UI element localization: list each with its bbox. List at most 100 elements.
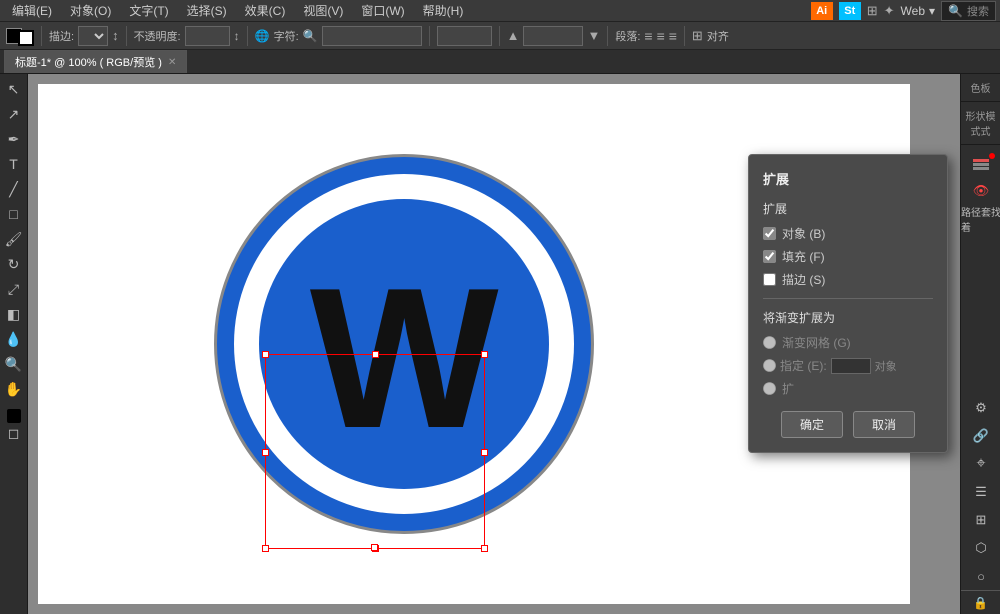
size-down-icon[interactable]: ▼: [587, 28, 600, 43]
main-area: ↖ ↗ ✒ T ╱ □ 🖌 ↻ ⤢ ◧ 💧 🔍 ✋ ◻ W: [0, 74, 1000, 614]
gradient-net-radio[interactable]: [763, 336, 776, 349]
menu-help[interactable]: 帮助(H): [415, 0, 472, 21]
extra-radio-row: 扩: [763, 380, 933, 397]
fill-checkbox[interactable]: [763, 250, 776, 263]
separator7: [684, 26, 685, 46]
hand-tool[interactable]: ✋: [3, 378, 25, 400]
grid2-icon[interactable]: ⊞: [961, 506, 1000, 534]
right-side-panel: 色板 形状模式式 👁 路径套找着 ⚙ 🔗 ⌖ ☰ ⊞ ⬡ ○ 🔒: [960, 74, 1000, 614]
sign-container: W: [214, 154, 594, 534]
anchor-bottom-center: [371, 544, 378, 551]
dialog-title: 扩展: [763, 169, 933, 188]
specify-label[interactable]: 指定 (E):: [780, 357, 827, 374]
separator3: [247, 26, 248, 46]
menu-object[interactable]: 对象(O): [62, 0, 119, 21]
align-center-icon[interactable]: ≡: [657, 28, 665, 44]
dialog-section1-title: 扩展: [763, 200, 933, 217]
expand-dialog: 扩展 扩展 对象 (B) 填充 (F) 描边 (S) 将渐变扩展为 渐变网格 (…: [748, 154, 948, 453]
extra-label[interactable]: 扩: [782, 380, 794, 397]
align-left-icon[interactable]: ≡: [644, 28, 652, 44]
scale-tool[interactable]: ⤢: [3, 278, 25, 300]
paintbrush-tool[interactable]: 🖌: [3, 228, 25, 250]
search-box[interactable]: 🔍 搜索: [941, 1, 996, 21]
stroke-color[interactable]: ◻: [3, 422, 25, 444]
sign-white-ring: W: [234, 174, 574, 514]
size-up-icon[interactable]: ▲: [507, 28, 520, 43]
stroke-arrows[interactable]: ↕: [112, 28, 119, 43]
obj-checkbox-row: 对象 (B): [763, 225, 933, 242]
active-tab[interactable]: 标题-1* @ 100% ( RGB/预览 ) ✕: [4, 50, 187, 73]
path-label: 路径套找着: [961, 204, 1000, 234]
more-icon[interactable]: ⊞: [692, 28, 703, 44]
confirm-button[interactable]: 确定: [781, 411, 843, 438]
extra-row: 扩: [763, 380, 933, 397]
opacity-input[interactable]: 100%: [185, 26, 230, 46]
search-font-icon[interactable]: 🔍: [303, 29, 318, 43]
gradient-net-label[interactable]: 渐变网格 (G): [782, 334, 851, 351]
menu-edit[interactable]: 编辑(E): [4, 0, 60, 21]
link-icon[interactable]: 🔗: [961, 422, 1000, 450]
eye-icon[interactable]: 👁: [961, 177, 1000, 205]
obj-label[interactable]: 对象 (B): [782, 225, 825, 242]
menu-select[interactable]: 选择(S): [179, 0, 235, 21]
fill-checkbox-row: 填充 (F): [763, 248, 933, 265]
web-section: Web ▾: [901, 4, 936, 18]
path-icon: 路径套找着: [961, 205, 1000, 233]
rect-tool[interactable]: □: [3, 203, 25, 225]
cancel-button[interactable]: 取消: [853, 411, 915, 438]
font-label: 字符:: [274, 28, 299, 44]
stroke-checkbox-row: 描边 (S): [763, 271, 933, 288]
pen-tool[interactable]: ✒: [3, 128, 25, 150]
rotate-tool[interactable]: ↻: [3, 253, 25, 275]
fill-label[interactable]: 填充 (F): [782, 248, 825, 265]
specify-input[interactable]: 255: [831, 358, 871, 374]
gradient-tool[interactable]: ◧: [3, 303, 25, 325]
select-tool[interactable]: ↖: [3, 78, 25, 100]
dialog-section2-title: 将渐变扩展为: [763, 309, 933, 326]
menu-text[interactable]: 文字(T): [121, 0, 176, 21]
menu-window[interactable]: 窗口(W): [353, 0, 412, 21]
circle-icon[interactable]: ○: [961, 562, 1000, 590]
zoom-tool[interactable]: 🔍: [3, 353, 25, 375]
handle-bm[interactable]: [372, 545, 379, 552]
hamburger-icon[interactable]: ☰: [961, 478, 1000, 506]
obj-checkbox[interactable]: [763, 227, 776, 240]
settings-gear-icon[interactable]: ⚙: [961, 394, 1000, 422]
separator2: [126, 26, 127, 46]
stroke-checkbox[interactable]: [763, 273, 776, 286]
font-size-input[interactable]: 230.77: [523, 26, 583, 46]
menu-effect[interactable]: 效果(C): [237, 0, 294, 21]
search-icon: 🔍: [948, 4, 963, 18]
tab-label: 标题-1* @ 100% ( RGB/预览 ): [15, 54, 162, 70]
opacity-arrows[interactable]: ↕: [234, 29, 240, 43]
line-tool[interactable]: ╱: [3, 178, 25, 200]
type-tool[interactable]: T: [3, 153, 25, 175]
st-logo: St: [839, 2, 861, 20]
hex-icon[interactable]: ⬡: [961, 534, 1000, 562]
eyedropper-tool[interactable]: 💧: [3, 328, 25, 350]
spacer: [961, 233, 1000, 394]
menu-view[interactable]: 视图(V): [295, 0, 351, 21]
font-input[interactable]: Arial: [322, 26, 422, 46]
lock-icon[interactable]: 🔒: [961, 590, 1000, 614]
fill-color[interactable]: [7, 409, 21, 423]
handle-br[interactable]: [481, 545, 488, 552]
font-style-input[interactable]: Bold: [437, 26, 492, 46]
stroke-select[interactable]: —: [78, 26, 108, 46]
sign-inner-circle: W: [259, 199, 549, 489]
tab-close-btn[interactable]: ✕: [168, 57, 176, 68]
handle-bl[interactable]: [262, 545, 269, 552]
gradient-net-row: 渐变网格 (G): [763, 334, 933, 351]
specify-radio[interactable]: [763, 359, 776, 372]
color-panel-section: 色板: [961, 74, 1000, 102]
extra-radio[interactable]: [763, 382, 776, 395]
align-right-icon[interactable]: ≡: [669, 28, 677, 44]
web-label: Web: [901, 4, 925, 18]
layer-icon[interactable]: [961, 149, 1000, 177]
direct-select-tool[interactable]: ↗: [3, 103, 25, 125]
stroke-label[interactable]: 描边 (S): [782, 271, 825, 288]
chevron-down-icon[interactable]: ▾: [929, 4, 935, 18]
stroke-swatch[interactable]: [18, 30, 34, 46]
transform-icon[interactable]: ⌖: [961, 450, 1000, 478]
align-label: 对齐: [707, 28, 729, 44]
